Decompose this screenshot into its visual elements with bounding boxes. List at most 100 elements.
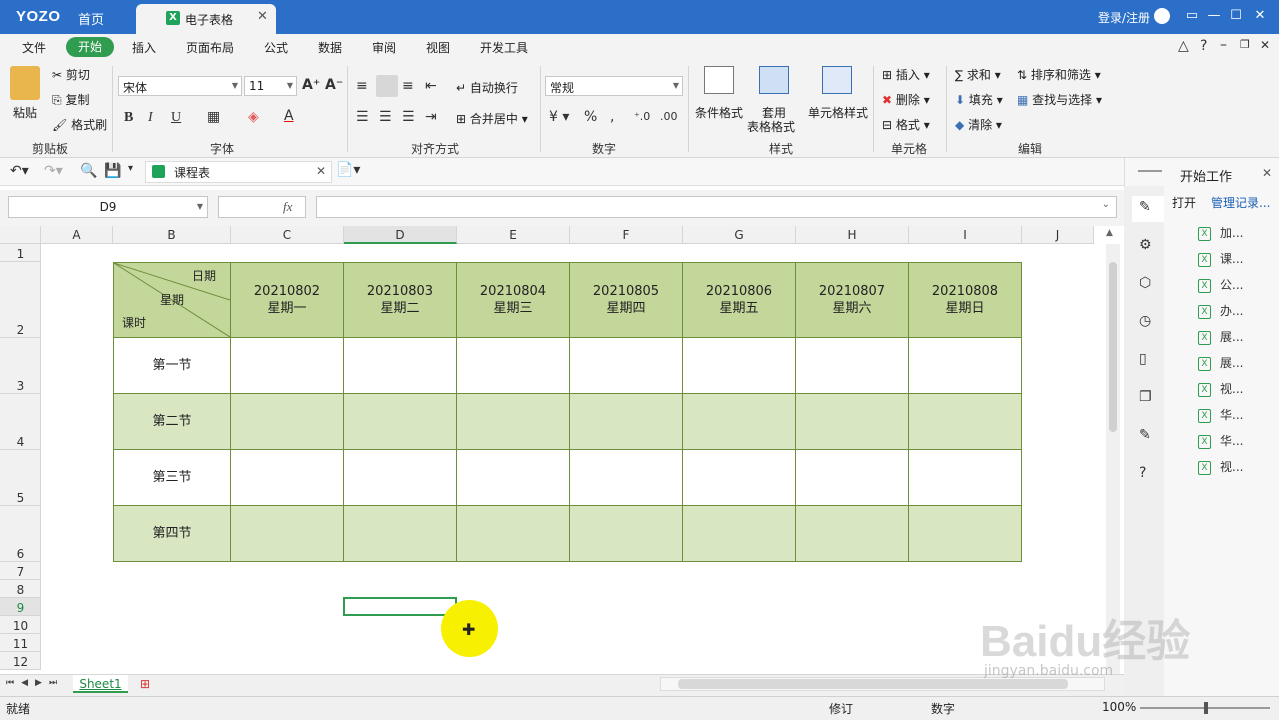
date-header-cell[interactable]: 20210802 星期一 bbox=[230, 262, 344, 338]
format-painter-button[interactable]: 🖌 格式刷 bbox=[52, 116, 107, 133]
align-bottom-icon[interactable]: ≡ bbox=[402, 78, 414, 94]
scroll-up-icon[interactable]: ▲ bbox=[1106, 228, 1113, 238]
pencil-icon[interactable]: ✎ bbox=[1139, 199, 1151, 215]
copy-button[interactable]: ⎘ 复制 bbox=[52, 91, 89, 108]
recent-file[interactable]: X 华... bbox=[1198, 406, 1243, 423]
period-cell[interactable]: 第二节 bbox=[113, 393, 231, 450]
column-header[interactable]: J bbox=[1022, 226, 1094, 244]
skin-icon[interactable]: ▭ bbox=[1182, 8, 1202, 23]
close-pane-icon[interactable]: ✕ bbox=[1262, 166, 1272, 180]
find-select-button[interactable]: ▦ 查找与选择 ▾ bbox=[1017, 91, 1102, 108]
vertical-scroll-thumb[interactable] bbox=[1109, 262, 1117, 432]
table-row[interactable] bbox=[230, 337, 1022, 394]
collapse-ribbon-icon[interactable]: △ bbox=[1178, 38, 1189, 54]
border-icon[interactable]: ▦ bbox=[207, 109, 220, 125]
doc-minimize-icon[interactable]: – bbox=[1220, 37, 1227, 53]
login-link[interactable]: 登录/注册 bbox=[1098, 9, 1150, 26]
function-button[interactable]: fx bbox=[218, 196, 306, 218]
row-header[interactable]: 2 bbox=[0, 262, 41, 338]
font-name-select[interactable]: 宋体 ▼ bbox=[118, 76, 242, 96]
menu-page-layout[interactable]: 页面布局 bbox=[186, 39, 234, 56]
align-left-icon[interactable]: ☰ bbox=[356, 109, 369, 125]
close-workbook-icon[interactable]: ✕ bbox=[316, 164, 326, 178]
column-header[interactable]: G bbox=[683, 226, 796, 244]
name-box[interactable]: D9 ▼ bbox=[8, 196, 208, 218]
recent-file[interactable]: X 华... bbox=[1198, 432, 1243, 449]
date-header-cell[interactable]: 20210807 星期六 bbox=[795, 262, 909, 338]
workbook-tab[interactable]: 课程表 ✕ bbox=[145, 161, 332, 183]
date-header-cell[interactable]: 20210805 星期四 bbox=[569, 262, 683, 338]
row-header[interactable]: 11 bbox=[0, 634, 41, 652]
date-header-cell[interactable]: 20210804 星期三 bbox=[456, 262, 570, 338]
cell-style-icon[interactable] bbox=[822, 66, 852, 94]
user-icon[interactable] bbox=[1154, 8, 1170, 24]
undo-icon[interactable]: ↶▾ bbox=[10, 163, 29, 179]
date-header-cell[interactable]: 20210803 星期二 bbox=[343, 262, 457, 338]
doc-close-icon[interactable]: ✕ bbox=[1260, 38, 1270, 52]
sheet-nav-icons[interactable]: ⏮◀▶⏭ bbox=[6, 678, 64, 688]
period-cell[interactable]: 第三节 bbox=[113, 449, 231, 506]
column-header[interactable]: E bbox=[457, 226, 570, 244]
row-header[interactable]: 12 bbox=[0, 652, 41, 670]
date-header-cell[interactable]: 20210806 星期五 bbox=[682, 262, 796, 338]
period-cell[interactable]: 第四节 bbox=[113, 505, 231, 562]
zoom-slider-thumb[interactable] bbox=[1204, 702, 1208, 714]
comma-icon[interactable]: , bbox=[610, 109, 614, 125]
conditional-format-button[interactable]: 条件格式 bbox=[695, 104, 743, 121]
column-header[interactable]: B bbox=[113, 226, 231, 244]
row-header[interactable]: 1 bbox=[0, 244, 41, 262]
menu-view[interactable]: 视图 bbox=[426, 39, 450, 56]
period-cell[interactable]: 第一节 bbox=[113, 337, 231, 394]
number-format-select[interactable]: 常规 ▼ bbox=[545, 76, 683, 96]
row-header[interactable]: 6 bbox=[0, 506, 41, 562]
sort-filter-button[interactable]: ⇅ 排序和筛选 ▾ bbox=[1017, 66, 1101, 83]
recent-file[interactable]: X 课... bbox=[1198, 250, 1243, 267]
minimize-icon[interactable]: — bbox=[1204, 8, 1224, 23]
close-window-icon[interactable]: ✕ bbox=[1250, 8, 1270, 23]
zoom-level[interactable]: 100% bbox=[1102, 700, 1136, 714]
column-header[interactable]: I bbox=[909, 226, 1022, 244]
save-icon[interactable]: 💾 bbox=[104, 163, 121, 179]
recent-file[interactable]: X 展... bbox=[1198, 328, 1243, 345]
recent-file[interactable]: X 加... bbox=[1198, 224, 1243, 241]
increase-font-icon[interactable]: A⁺ bbox=[302, 77, 320, 93]
table-row[interactable] bbox=[230, 449, 1022, 506]
cube-icon[interactable]: ⬡ bbox=[1139, 275, 1151, 291]
percent-icon[interactable]: % bbox=[584, 109, 597, 125]
manage-records-link[interactable]: 管理记录... bbox=[1211, 194, 1270, 211]
bookmark-icon[interactable]: ▯ bbox=[1139, 351, 1147, 367]
clock-icon[interactable]: ◷ bbox=[1139, 313, 1151, 329]
font-size-select[interactable]: 11 ▼ bbox=[244, 76, 297, 96]
outdent-icon[interactable]: ⇥ bbox=[425, 109, 437, 125]
underline-button[interactable]: U bbox=[171, 110, 181, 126]
conditional-format-icon[interactable] bbox=[704, 66, 734, 94]
align-top-icon[interactable]: ≡ bbox=[356, 78, 368, 94]
maximize-icon[interactable]: ☐ bbox=[1226, 8, 1246, 23]
new-document-icon[interactable]: 📄▾ bbox=[336, 162, 360, 178]
horizontal-scroll-thumb[interactable] bbox=[678, 679, 1068, 689]
menu-file[interactable]: 文件 bbox=[22, 39, 46, 56]
help-icon[interactable]: ? bbox=[1200, 38, 1207, 54]
insert-cells-button[interactable]: ⊞ 插入 ▾ bbox=[882, 66, 930, 83]
status-revise[interactable]: 修订 bbox=[829, 700, 853, 717]
column-header[interactable]: H bbox=[796, 226, 909, 244]
wrap-text-button[interactable]: ↵ 自动换行 bbox=[456, 79, 518, 96]
add-sheet-icon[interactable]: ⊞ bbox=[140, 677, 150, 691]
menu-review[interactable]: 审阅 bbox=[372, 39, 396, 56]
documents-icon[interactable]: ❐ bbox=[1139, 389, 1152, 405]
home-tab[interactable]: 首页 bbox=[78, 9, 104, 28]
align-right-icon[interactable]: ☰ bbox=[402, 109, 415, 125]
italic-button[interactable]: I bbox=[148, 110, 153, 126]
delete-cells-button[interactable]: ✖ 删除 ▾ bbox=[882, 91, 930, 108]
recent-file[interactable]: X 视... bbox=[1198, 458, 1243, 475]
selected-cell-d9[interactable] bbox=[343, 597, 457, 616]
date-header-cell[interactable]: 20210808 星期日 bbox=[908, 262, 1022, 338]
fill-color-icon[interactable]: ◈ bbox=[248, 109, 259, 125]
indent-icon[interactable]: ⇤ bbox=[425, 78, 437, 94]
row-header[interactable]: 5 bbox=[0, 450, 41, 506]
fill-button[interactable]: ⬇ 填充 ▾ bbox=[955, 91, 1003, 108]
increase-decimal-icon[interactable]: ⁺.0 bbox=[634, 110, 650, 123]
align-middle-icon[interactable] bbox=[376, 75, 398, 97]
clear-button[interactable]: ◆ 清除 ▾ bbox=[955, 116, 1002, 133]
table-row[interactable] bbox=[230, 393, 1022, 450]
